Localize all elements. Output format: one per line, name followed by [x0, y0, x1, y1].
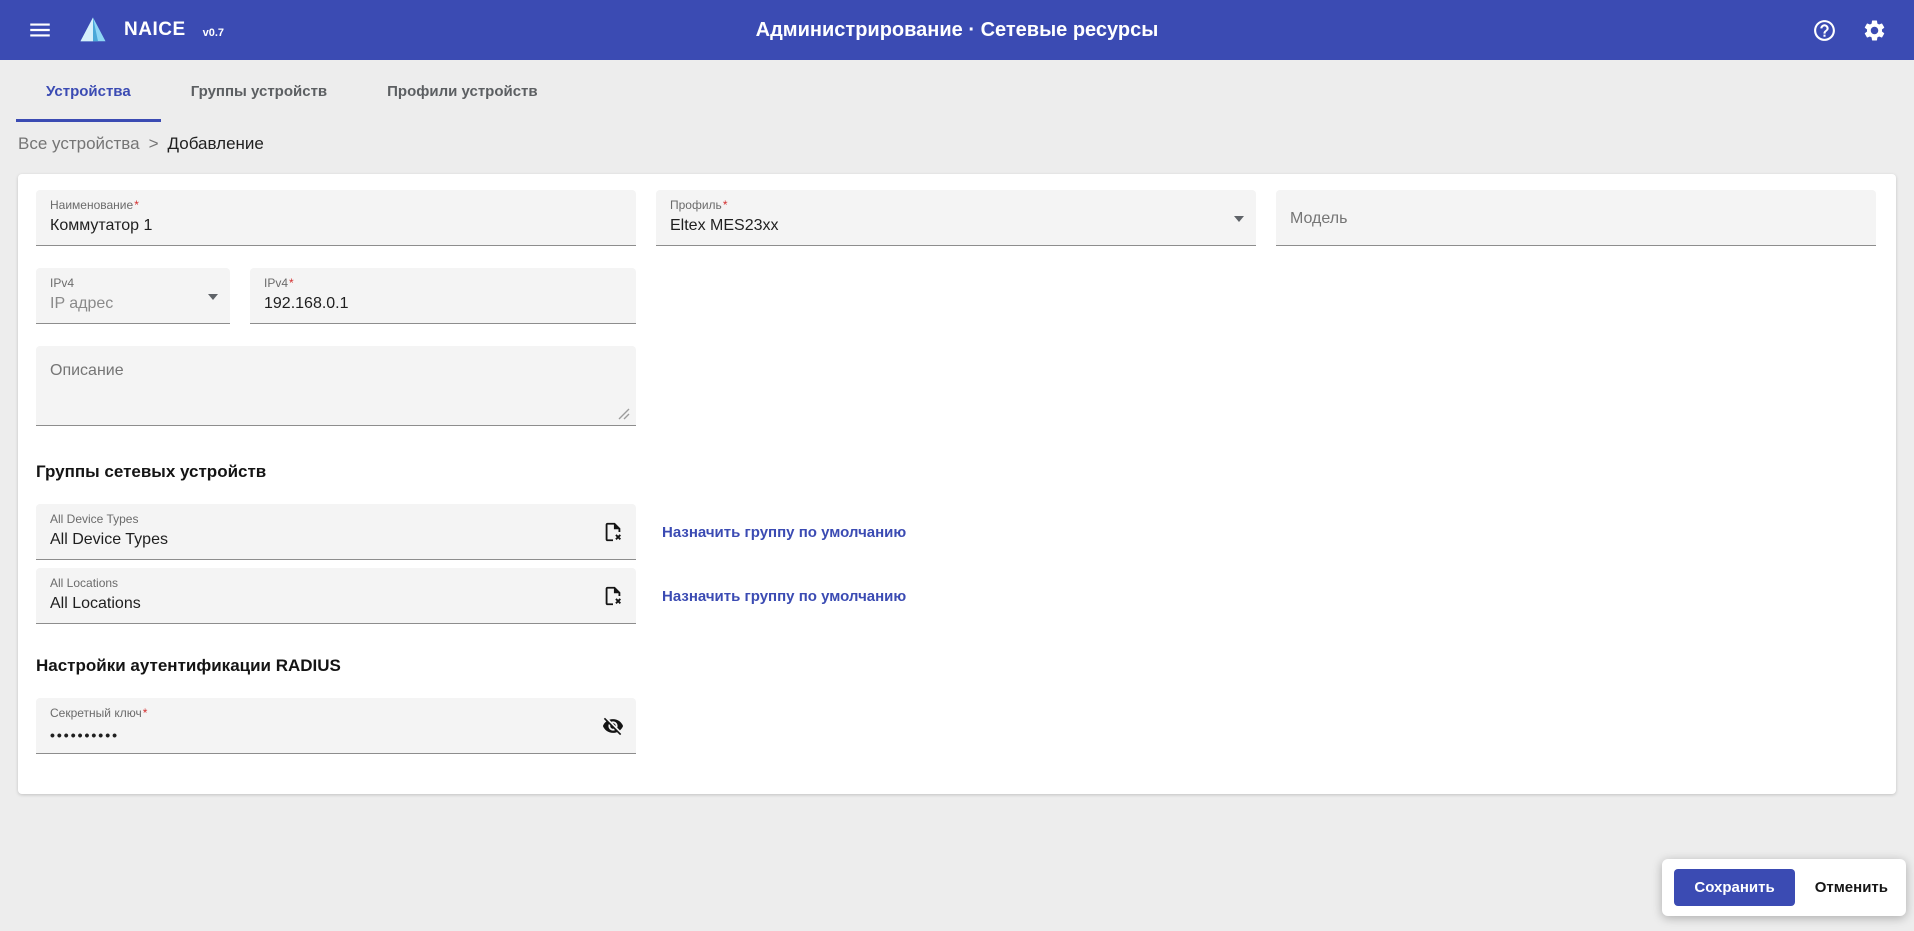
secret-key-label-text: Секретный ключ — [50, 706, 142, 720]
group-row-device-types: All Device Types All Device Types Назнач… — [36, 504, 1878, 560]
app-bar: NAICE v0.7 Администрирование · Сетевые р… — [0, 0, 1914, 60]
tab-device-groups[interactable]: Группы устройств — [161, 60, 357, 122]
name-field[interactable]: Наименование* Коммутатор 1 — [36, 190, 636, 246]
profile-field-label-text: Профиль — [670, 198, 722, 212]
ip-type-select[interactable]: IPv4 IP адрес — [36, 268, 230, 324]
breadcrumb: Все устройства > Добавление — [0, 122, 1914, 168]
ipv4-field-label-text: IPv4 — [264, 276, 288, 290]
form-row-1: Наименование* Коммутатор 1 Профиль* Elte… — [36, 190, 1878, 246]
group-locations-label: All Locations — [50, 576, 622, 590]
group-field-locations[interactable]: All Locations All Locations — [36, 568, 636, 624]
ip-type-label-text: IPv4 — [50, 276, 74, 290]
group-device-types-label-text: All Device Types — [50, 512, 138, 526]
action-bar: Сохранить Отменить — [1662, 859, 1906, 916]
tab-bar: Устройства Группы устройств Профили устр… — [0, 60, 1914, 122]
brand-name: NAICE — [124, 19, 186, 41]
secret-key-value: •••••••••• — [50, 727, 622, 743]
ipv4-field-label: IPv4* — [264, 276, 622, 290]
profile-field-value: Eltex MES23xx — [670, 217, 1242, 235]
ip-type-value: IP адрес — [50, 295, 216, 313]
breadcrumb-separator: > — [149, 134, 159, 154]
breadcrumb-all-devices[interactable]: Все устройства — [18, 134, 140, 154]
group-device-types-value: All Device Types — [50, 531, 622, 549]
secret-key-field[interactable]: Секретный ключ* •••••••••• — [36, 698, 636, 754]
group-row-locations: All Locations All Locations Назначить гр… — [36, 568, 1878, 624]
brand-version: v0.7 — [203, 27, 224, 39]
name-field-value: Коммутатор 1 — [50, 217, 622, 235]
model-field-label: Модель — [1290, 210, 1347, 228]
visibility-off-icon[interactable] — [600, 713, 626, 739]
resize-handle-icon[interactable] — [618, 408, 630, 420]
required-marker: * — [289, 276, 294, 290]
assign-default-group-link[interactable]: Назначить группу по умолчанию — [662, 524, 906, 541]
tab-device-profiles[interactable]: Профили устройств — [357, 60, 567, 122]
group-device-types-label: All Device Types — [50, 512, 622, 526]
page-title: Администрирование · Сетевые ресурсы — [756, 19, 1159, 42]
group-field-device-types[interactable]: All Device Types All Device Types — [36, 504, 636, 560]
form-row-2: IPv4 IP адрес IPv4* 192.168.0.1 — [36, 268, 1878, 324]
cancel-button[interactable]: Отменить — [1809, 869, 1894, 906]
form-row-3: Описание — [36, 346, 1878, 426]
app-bar-left: NAICE v0.7 — [22, 12, 224, 48]
save-button[interactable]: Сохранить — [1674, 869, 1794, 906]
ipv4-field[interactable]: IPv4* 192.168.0.1 — [250, 268, 636, 324]
radius-section-title: Настройки аутентификации RADIUS — [36, 656, 1878, 676]
name-field-label: Наименование* — [50, 198, 622, 212]
required-marker: * — [723, 198, 728, 212]
group-locations-label-text: All Locations — [50, 576, 118, 590]
deselect-group-icon[interactable] — [600, 519, 626, 545]
secret-key-label: Секретный ключ* — [50, 706, 622, 720]
groups-section-title: Группы сетевых устройств — [36, 462, 1878, 482]
menu-icon[interactable] — [22, 12, 58, 48]
assign-default-group-link[interactable]: Назначить группу по умолчанию — [662, 588, 906, 605]
breadcrumb-current: Добавление — [168, 134, 264, 154]
model-field[interactable]: Модель — [1276, 190, 1876, 246]
help-icon[interactable] — [1806, 12, 1842, 48]
chevron-down-icon[interactable] — [208, 294, 218, 300]
description-field[interactable]: Описание — [36, 346, 636, 426]
profile-field[interactable]: Профиль* Eltex MES23xx — [656, 190, 1256, 246]
deselect-group-icon[interactable] — [600, 583, 626, 609]
group-locations-value: All Locations — [50, 595, 622, 613]
ipv4-field-value: 192.168.0.1 — [264, 295, 622, 313]
settings-gear-icon[interactable] — [1856, 12, 1892, 48]
device-form-card: Наименование* Коммутатор 1 Профиль* Elte… — [18, 174, 1896, 794]
naice-logo-icon — [78, 15, 108, 45]
description-field-label: Описание — [50, 362, 622, 380]
tab-devices[interactable]: Устройства — [16, 60, 161, 122]
name-field-label-text: Наименование — [50, 198, 133, 212]
profile-field-label: Профиль* — [670, 198, 1242, 212]
required-marker: * — [134, 198, 139, 212]
required-marker: * — [143, 706, 148, 720]
app-bar-right — [1806, 12, 1892, 48]
chevron-down-icon[interactable] — [1234, 216, 1244, 222]
ip-type-label: IPv4 — [50, 276, 216, 290]
